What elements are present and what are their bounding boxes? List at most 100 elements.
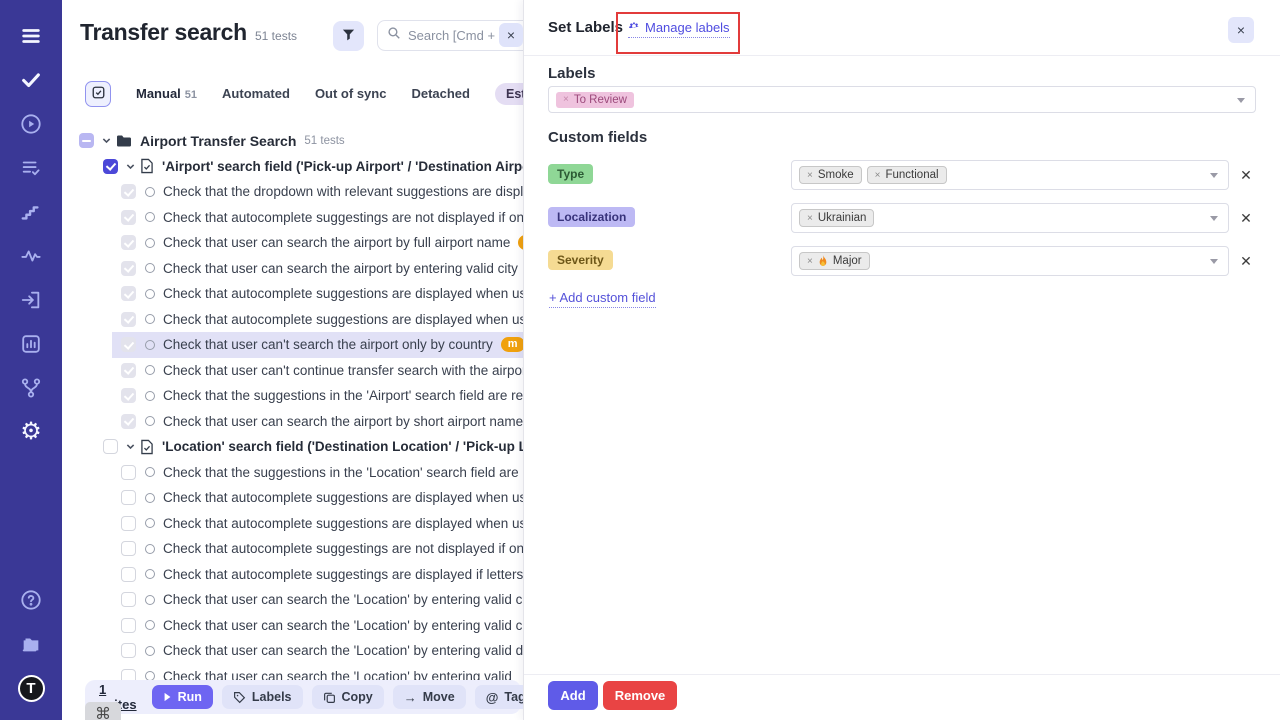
row-checkbox-indeterminate[interactable] [79,133,94,148]
sidebar-item-menu[interactable] [0,14,62,58]
test-row[interactable]: Check that user can't continue transfer … [62,358,523,384]
row-checkbox-unchecked[interactable] [103,439,118,454]
suite-row[interactable]: 'Airport' search field ('Pick-up Airport… [62,154,523,180]
clear-search-button[interactable]: × [499,23,523,47]
remove-tag-icon[interactable]: × [807,213,813,224]
sidebar-item-runs-play[interactable] [0,102,62,146]
tag-text: Ukrainian [818,212,867,224]
test-row[interactable]: Check that user can search the airport b… [62,230,523,256]
sidebar-item-integrations-branch[interactable] [0,366,62,410]
sidebar-item-tests-check[interactable] [0,58,62,102]
add-custom-field-link[interactable]: + Add custom field [549,290,656,308]
labels-select[interactable]: ×To Review [548,86,1256,113]
sidebar-item-projects-folder[interactable] [0,622,62,666]
test-row[interactable]: Check that user can search the airport b… [62,409,523,435]
suite-row[interactable]: 'Location' search field ('Destination Lo… [62,434,523,460]
field-value-tag: × Ukrainian [799,209,874,227]
test-row[interactable]: Check that autocomplete suggestings are … [62,536,523,562]
custom-field-row-localization: Localization×Ukrainian✕ [524,203,1280,233]
tab-detached[interactable]: Detached [411,86,470,101]
test-row[interactable]: Check that user can't search the airport… [62,332,523,358]
filter-button[interactable] [333,21,364,51]
select-all-button[interactable] [85,81,111,107]
copy-button[interactable]: Copy [312,685,384,709]
row-checkbox-checked-muted[interactable] [121,184,136,199]
sidebar-item-plans-list-check[interactable] [0,146,62,190]
test-row[interactable]: Check that user can search the 'Location… [62,613,523,639]
close-panel-button[interactable]: × [1228,17,1254,43]
row-checkbox-checked-muted[interactable] [121,388,136,403]
row-checkbox-unchecked[interactable] [121,465,136,480]
test-row[interactable]: Check that autocomplete suggestings are … [62,562,523,588]
field-select-type[interactable]: ×Smoke×Functional [791,160,1229,190]
chevron-down-icon[interactable] [125,441,136,452]
remove-field-button[interactable]: ✕ [1236,251,1256,271]
test-row[interactable]: Check that user can search the airport b… [62,256,523,282]
field-select-severity[interactable]: × Major [791,246,1229,276]
test-row[interactable]: Check that the suggestions in the 'Locat… [62,460,523,486]
remove-tag-icon[interactable]: × [807,170,813,181]
test-row[interactable]: Check that autocomplete suggestings are … [62,205,523,231]
sidebar-item-inbox-import[interactable] [0,278,62,322]
remove-field-button[interactable]: ✕ [1236,165,1256,185]
chevron-down-icon[interactable] [125,161,136,172]
row-checkbox-unchecked[interactable] [121,567,136,582]
field-value-tag: ×Functional [867,166,947,184]
remove-button[interactable]: Remove [603,681,677,710]
remove-tag-icon[interactable]: × [807,256,813,267]
row-checkbox-checked[interactable] [103,159,118,174]
row-checkbox-checked-muted[interactable] [121,337,136,352]
labels-button[interactable]: Labels [222,685,303,709]
test-row[interactable]: Check that user can search the 'Location… [62,587,523,613]
suite-root-row[interactable]: Airport Transfer Search51 tests [62,128,523,154]
row-checkbox-unchecked[interactable] [121,592,136,607]
row-checkbox-unchecked[interactable] [121,618,136,633]
row-title: Check that user can search the 'Location… [163,592,523,607]
sidebar-item-help[interactable] [0,578,62,622]
sidebar-item-reports-chart[interactable] [0,322,62,366]
row-checkbox-checked-muted[interactable] [121,414,136,429]
tab-manual[interactable]: Manual51 [136,86,197,101]
row-checkbox-checked-muted[interactable] [121,363,136,378]
row-checkbox-checked-muted[interactable] [121,261,136,276]
test-row[interactable]: Check that autocomplete suggestions are … [62,307,523,333]
test-row[interactable]: Check that autocomplete suggestions are … [62,511,523,537]
tests-check-icon [20,69,42,91]
row-checkbox-checked-muted[interactable] [121,210,136,225]
tab-out-of-sync[interactable]: Out of sync [315,86,387,101]
field-select-localization[interactable]: × Ukrainian [791,203,1229,233]
add-button[interactable]: Add [548,681,598,710]
remove-tag-icon[interactable]: × [563,94,569,105]
row-checkbox-checked-muted[interactable] [121,312,136,327]
test-row[interactable]: Check that user can search the 'Location… [62,638,523,664]
tab-estimate[interactable]: Estimate [495,83,523,105]
test-row[interactable]: Check that the suggestions in the 'Airpo… [62,383,523,409]
status-circle-icon [145,340,155,350]
remove-field-button[interactable]: ✕ [1236,208,1256,228]
remove-tag-icon[interactable]: × [875,170,881,181]
inbox-import-icon [20,289,42,311]
tab-automated[interactable]: Automated [222,86,290,101]
status-circle-icon [145,365,155,375]
manage-labels-link[interactable]: Manage labels [628,20,730,38]
row-checkbox-unchecked[interactable] [121,490,136,505]
sidebar-item-activity-pulse[interactable] [0,234,62,278]
sidebar-item-milestones-steps[interactable] [0,190,62,234]
run-button[interactable]: Run [152,685,213,709]
row-checkbox-checked-muted[interactable] [121,235,136,250]
tags-button[interactable]: @Tags [475,685,523,709]
row-checkbox-unchecked[interactable] [121,643,136,658]
test-row[interactable]: Check that the dropdown with relevant su… [62,179,523,205]
tag-text: Major [833,255,862,267]
document-check-icon [140,439,154,455]
row-checkbox-checked-muted[interactable] [121,286,136,301]
chevron-down-icon[interactable] [101,135,112,146]
test-row[interactable]: Check that autocomplete suggestions are … [62,281,523,307]
sidebar-item-settings-gear[interactable]: ⚙ [0,410,62,454]
test-row[interactable]: Check that autocomplete suggestions are … [62,485,523,511]
copy-icon [323,691,336,704]
row-checkbox-unchecked[interactable] [121,541,136,556]
move-button[interactable]: →Move [393,685,466,709]
row-checkbox-unchecked[interactable] [121,516,136,531]
sidebar-item-account[interactable]: T [0,666,62,710]
